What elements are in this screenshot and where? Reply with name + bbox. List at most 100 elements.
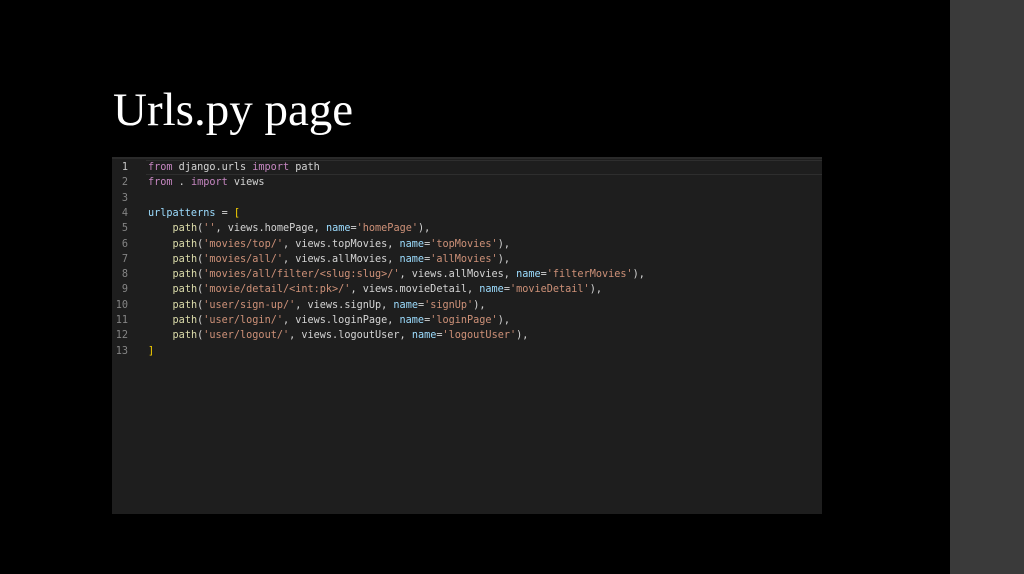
code-token: , — [313, 223, 326, 235]
code-token: name — [325, 223, 351, 235]
line-number: 12 — [115, 330, 128, 342]
code-token: from — [148, 162, 173, 173]
code-token: ), — [497, 238, 510, 250]
code-line: 2 from . import views — [112, 175, 822, 190]
code-token: path — [172, 238, 198, 250]
code-token: 'user/login/' — [203, 315, 283, 326]
code-token: ), — [589, 284, 602, 296]
code-token: , — [503, 269, 517, 281]
code-text: path('movies/all/', views.allMovies, nam… — [148, 252, 510, 267]
code-token: 'allMovies' — [430, 253, 498, 265]
code-token: name — [399, 315, 425, 326]
code-token: allMovies — [448, 269, 504, 281]
code-token: movieDetail — [399, 284, 467, 296]
code-token: ), — [497, 315, 510, 326]
line-number: 4 — [121, 207, 128, 219]
code-token: ), — [417, 223, 431, 235]
code-token: , — [387, 238, 400, 250]
code-line: 13] — [112, 344, 822, 359]
line-number: 8 — [121, 269, 128, 281]
code-line: 3 — [112, 191, 822, 206]
line-number: 10 — [115, 299, 128, 311]
line-number: 3 — [121, 192, 128, 204]
code-token: name — [393, 299, 418, 311]
slide: Urls.py page 1 from django.urls import pa… — [0, 0, 950, 574]
code-token: , views. — [295, 299, 345, 311]
code-token: path — [172, 315, 198, 326]
line-number: 9 — [121, 284, 128, 296]
code-token: , views. — [399, 269, 449, 281]
code-token: , — [399, 330, 412, 342]
code-text: urlpatterns = [ — [148, 206, 240, 221]
code-text: path('user/logout/', views.logoutUser, n… — [148, 328, 529, 343]
code-text: path('user/sign-up/', views.signUp, name… — [148, 298, 486, 313]
code-text: path('', views.homePage, name='homePage'… — [148, 221, 431, 236]
code-token: , — [387, 315, 400, 326]
code-token: import — [190, 177, 228, 189]
code-token: path — [289, 162, 320, 173]
code-token: allMovies — [332, 253, 388, 265]
code-token: ] — [148, 345, 155, 357]
code-text: from django.urls import path — [148, 160, 320, 175]
code-token: 'loginPage' — [430, 315, 498, 326]
code-token: loginPage — [332, 315, 388, 326]
code-token: path — [172, 223, 198, 235]
editor-top-strip — [112, 157, 822, 159]
code-token: 'movies/all/' — [203, 253, 283, 265]
code-token: . — [172, 177, 191, 189]
code-token: 'signUp' — [424, 299, 474, 311]
code-token: path — [172, 269, 198, 281]
code-token: 'user/sign-up/' — [203, 299, 296, 311]
line-number: 2 — [121, 177, 128, 189]
code-line: 6 path('movies/top/', views.topMovies, n… — [112, 237, 822, 252]
code-token: name — [516, 269, 541, 281]
code-line: 12 path('user/logout/', views.logoutUser… — [112, 328, 822, 343]
side-panel — [950, 0, 1024, 574]
code-line: 1 from django.urls import path — [112, 160, 822, 175]
code-token: views — [227, 177, 265, 189]
code-token: path — [172, 330, 198, 342]
code-line: 8 path('movies/all/filter/<slug:slug>/',… — [112, 267, 822, 282]
code-token: , views. — [282, 238, 333, 250]
code-token: 'logoutUser' — [442, 330, 517, 342]
code-token: 'movies/top/' — [203, 238, 283, 250]
code-token: , views. — [215, 223, 265, 235]
line-number: 6 — [121, 238, 128, 250]
code-token: , views. — [350, 284, 400, 296]
code-editor: 1 from django.urls import path 2 from . imp… — [112, 157, 822, 514]
code-token: 'filterMovies' — [546, 269, 633, 281]
code-token: django.urls — [172, 162, 253, 173]
line-number: 11 — [115, 315, 128, 326]
code-token: homePage — [264, 223, 314, 235]
code-token: name — [399, 253, 425, 265]
code-token: path — [172, 284, 198, 296]
line-number: 1 — [121, 162, 128, 173]
code-token: 'movies/all/filter/<slug:slug>/' — [203, 269, 400, 281]
code-line: 4 urlpatterns = [ — [112, 206, 822, 221]
line-number: 5 — [121, 223, 128, 235]
code-token: 'topMovies' — [430, 238, 498, 250]
code-token: , — [381, 299, 394, 311]
code-token: ), — [497, 253, 510, 265]
code-token: logoutUser — [338, 330, 400, 342]
code-token: , — [387, 253, 400, 265]
code-line: 5 path('', views.homePage, name='homePag… — [112, 221, 822, 236]
code-token: ), — [632, 269, 645, 281]
code-token: [ — [233, 207, 241, 219]
code-token: path — [172, 299, 198, 311]
code-token: 'movie/detail/<int:pk>/' — [203, 284, 351, 296]
line-number: 13 — [115, 345, 128, 357]
code-token: name — [411, 330, 437, 342]
code-token: 'homePage' — [356, 223, 418, 235]
code-text: path('user/login/', views.loginPage, nam… — [148, 313, 510, 328]
code-token: name — [399, 238, 425, 250]
code-token: from — [148, 177, 173, 189]
code-token: 'movieDetail' — [509, 284, 590, 296]
code-text: path('movies/all/filter/<slug:slug>/', v… — [148, 267, 645, 282]
code-token: = — [215, 207, 234, 219]
slide-title: Urls.py page — [113, 84, 354, 136]
